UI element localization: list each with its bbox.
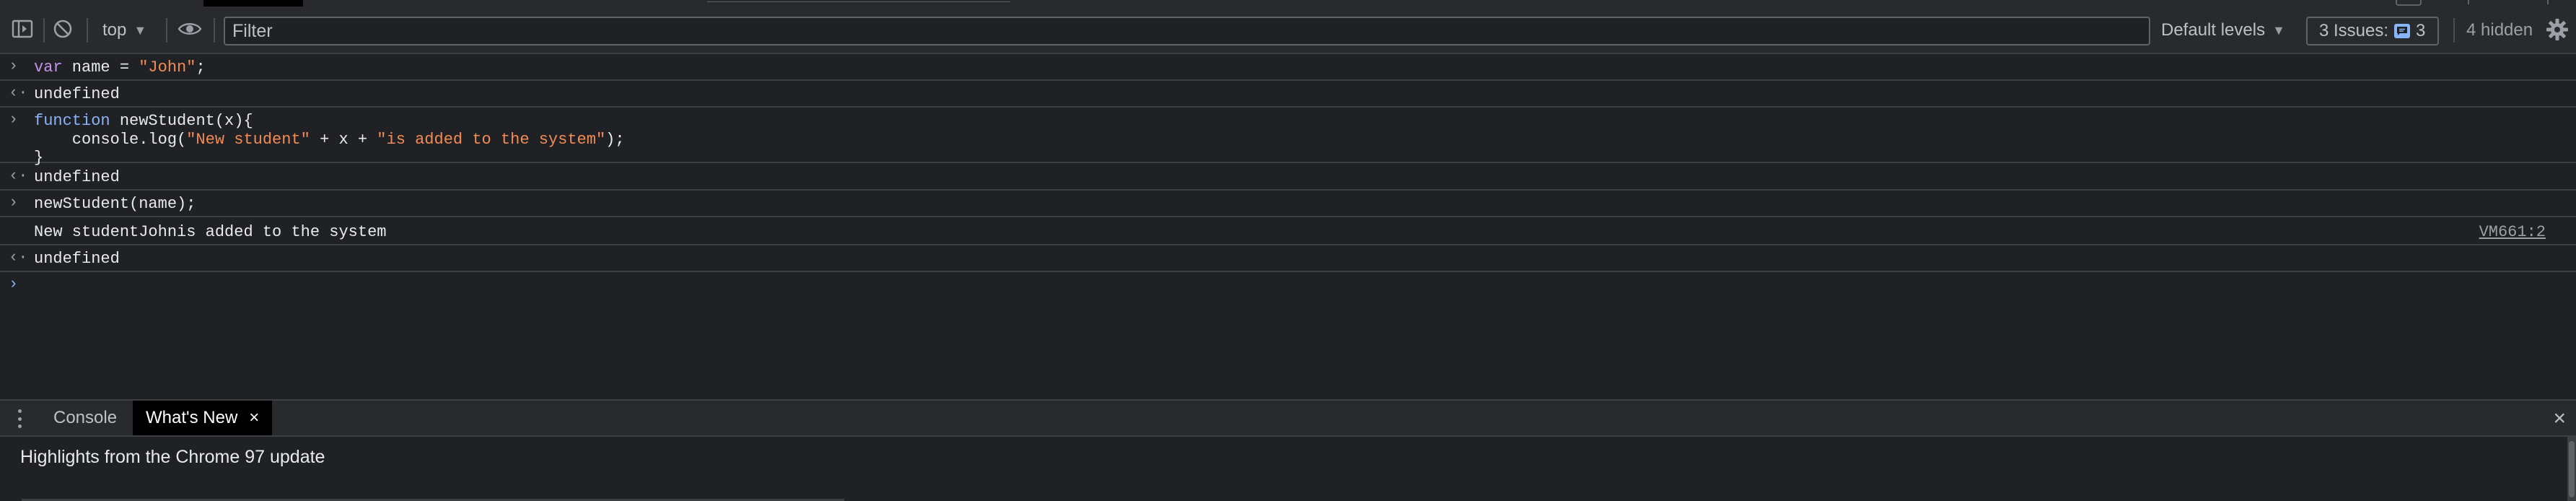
tab-whats-new-label: What's New [146,408,238,427]
close-drawer-icon[interactable]: × [2553,406,2566,431]
code-string: "John" [139,58,196,77]
prompt-chevron-icon: › [9,275,19,293]
result-arrow-icon: ‹· [9,248,28,266]
top-strip-separator [2468,0,2475,4]
code-text: name = [62,58,139,77]
drawer-tabbar: Console What's New × × [0,399,2576,437]
code-text: ; [196,58,206,77]
toolbar-divider [166,18,167,43]
context-selector[interactable]: top ▼ [102,18,146,43]
input-chevron-icon: › [9,57,19,75]
top-strip-divider [707,1,1010,3]
code-keyword: var [34,58,63,77]
toolbar-divider [2453,18,2455,43]
drawer-menu-icon[interactable] [16,409,23,428]
issue-message-icon [2394,24,2411,38]
whats-new-title: Highlights from the Chrome 97 update [20,447,325,467]
code-text: ); [605,131,625,149]
dropdown-arrow-icon: ▼ [133,22,147,38]
code-text: newStudent(x){ [110,112,253,130]
console-log-row: New studentJohnis added to the system VM… [0,217,2576,245]
console-code: function newStudent(x){ [34,112,253,131]
result-value: undefined [34,250,120,268]
code-text: + x + [310,131,377,149]
window-top-strip [0,0,2576,6]
console-input-row: › newStudent(name); [0,191,2576,217]
top-strip-control[interactable] [2396,0,2422,6]
console-result-row: ‹· undefined [0,163,2576,191]
log-source-link[interactable]: VM661:2 [2479,223,2546,241]
tab-console[interactable]: Console [40,401,130,435]
issues-count: 3 [2416,21,2426,40]
log-levels-dropdown[interactable]: Default levels ▼ [2161,18,2285,43]
input-chevron-icon: › [9,110,19,128]
hidden-messages-count: 4 hidden [2466,20,2533,40]
filter-input[interactable] [224,17,2150,45]
console-result-row: ‹· undefined [0,81,2576,108]
console-toolbar: top ▼ Default levels ▼ 3 Issues: 3 4 hid… [0,6,2576,54]
result-arrow-icon: ‹· [9,84,28,102]
console-code: console.log("New student" + x + "is adde… [34,131,625,149]
clear-console-icon[interactable] [51,17,75,41]
result-value: undefined [34,85,120,103]
toolbar-divider [87,18,88,43]
console-code: newStudent(name); [34,195,196,213]
console-input-row: › var name = "John"; [0,54,2576,81]
tab-whats-new[interactable]: What's New × [133,401,273,435]
whats-new-scrollbar[interactable] [2567,437,2576,501]
whats-new-panel: Highlights from the Chrome 97 update [0,437,2576,501]
code-string: "New student" [186,131,310,149]
issues-button[interactable]: 3 Issues: 3 [2306,17,2439,45]
toolbar-divider [43,18,45,43]
input-chevron-icon: › [9,193,19,212]
issues-label: 3 Issues: [2319,21,2389,40]
console-code: var name = "John"; [34,58,206,77]
code-string: "is added to the system" [377,131,606,149]
code-text: console.log( [34,131,187,149]
result-arrow-icon: ‹· [9,167,28,185]
result-value: undefined [34,168,120,186]
console-output[interactable]: › var name = "John"; ‹· undefined › func… [0,54,2576,399]
sidebar-toggle-icon[interactable] [10,17,35,41]
live-expression-eye-icon[interactable] [176,17,203,41]
top-strip-separator [2547,0,2554,4]
console-result-row: ‹· undefined [0,245,2576,272]
toolbar-divider [214,18,215,43]
close-tab-icon[interactable]: × [249,408,259,428]
console-input-row: › function newStudent(x){ console.log("N… [0,108,2576,167]
console-prompt[interactable]: › [0,272,2576,299]
active-panel-tab-indicator[interactable] [203,0,303,6]
context-label: top [102,20,127,40]
settings-gear-icon[interactable] [2544,17,2570,43]
log-levels-label: Default levels [2161,20,2266,40]
code-keyword: function [34,112,110,130]
dropdown-arrow-icon: ▼ [2272,22,2285,38]
log-message: New studentJohnis added to the system [34,223,387,241]
tab-console-label: Console [53,408,118,427]
